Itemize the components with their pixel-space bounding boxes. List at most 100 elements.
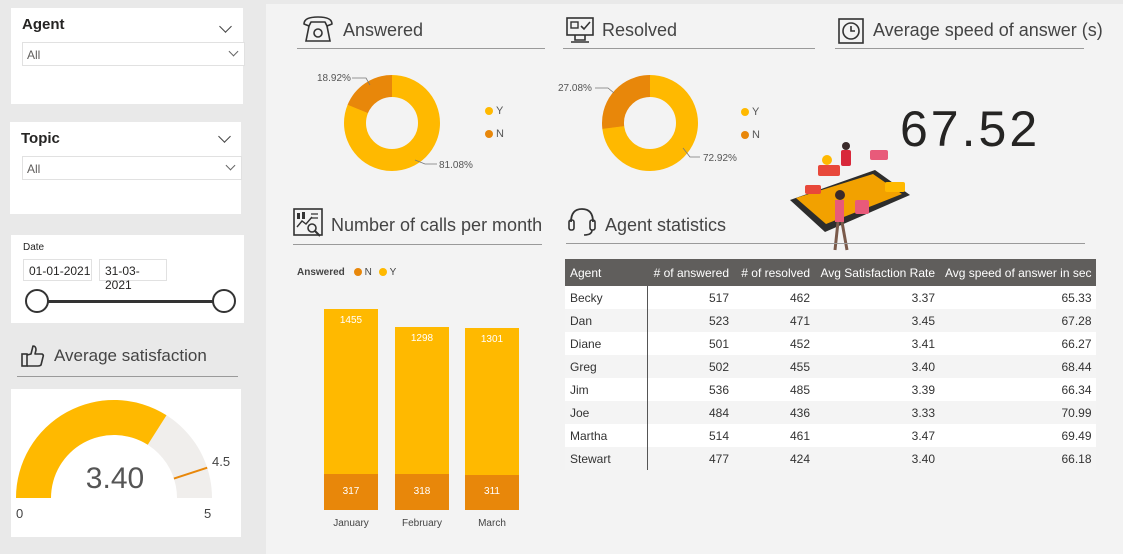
table-row[interactable]: Joe 484 436 3.33 70.99 [565, 401, 1096, 424]
satisfaction-cell: 3.33 [814, 401, 939, 424]
date-start-input[interactable]: 01-01-2021 [23, 259, 92, 281]
gauge-min-label: 0 [16, 506, 24, 521]
satisfaction-cell: 3.41 [814, 332, 939, 355]
satisfaction-title: Average satisfaction [54, 346, 207, 365]
resolved-cell: 452 [733, 332, 814, 355]
chevron-down-icon[interactable] [218, 130, 231, 143]
clock-icon [838, 18, 864, 44]
speed-value: 67.52 [900, 101, 1041, 157]
answered-cell: 514 [647, 424, 733, 447]
answered-underline [297, 48, 545, 49]
resolved-title: Resolved [602, 20, 678, 40]
agent-stats-underline [566, 243, 1085, 244]
table-row[interactable]: Jim 536 485 3.39 66.34 [565, 378, 1096, 401]
x-tick-label: March [478, 518, 506, 529]
agent-slicer[interactable]: Agent All [11, 8, 245, 104]
x-tick-label: February [401, 518, 442, 529]
answered-cell: 502 [647, 355, 733, 378]
date-range-track[interactable] [35, 300, 225, 303]
column-header-speed[interactable]: Avg speed of answer in sec [939, 259, 1096, 286]
resolved-underline [563, 48, 815, 49]
agent-slicer-title: Agent [22, 16, 65, 33]
chevron-down-icon [228, 46, 239, 57]
agent-name-cell: Jim [565, 378, 648, 401]
leader-line [595, 87, 615, 94]
speed-cell: 65.33 [939, 286, 1096, 309]
bar-y-january[interactable] [324, 309, 378, 475]
answered-cell: 484 [647, 401, 733, 424]
satisfaction-cell: 3.45 [814, 309, 939, 332]
date-start-handle[interactable] [25, 289, 49, 313]
speed-underline [835, 48, 1084, 49]
date-slicer[interactable]: Date 01-01-2021 31-03-2021 [11, 235, 244, 323]
table-row[interactable]: Diane 501 452 3.41 66.27 [565, 332, 1096, 355]
answered-cell: 536 [647, 378, 733, 401]
resolved-n-label: 27.08% [558, 83, 592, 94]
bar-value-label: 318 [413, 486, 431, 497]
column-header-resolved[interactable]: # of resolved [733, 259, 814, 286]
calls-bar-chart: 317 1455 January 318 1298 February 311 1301 Marc… [300, 280, 540, 540]
chevron-down-icon [225, 160, 236, 171]
agent-dropdown[interactable]: All [22, 42, 245, 66]
chart-report-icon [293, 208, 323, 237]
column-header-satisfaction[interactable]: Avg Satisfaction Rate [814, 259, 939, 286]
speed-cell: 67.28 [939, 309, 1096, 332]
bar-value-label: 1455 [339, 315, 363, 327]
table-row[interactable]: Stewart 477 424 3.40 66.18 [565, 447, 1096, 470]
table-row[interactable]: Dan 523 471 3.45 67.28 [565, 309, 1096, 332]
agent-dropdown-value: All [27, 48, 41, 62]
agent-stats-title: Agent statistics [605, 215, 727, 235]
table-row[interactable]: Greg 502 455 3.40 68.44 [565, 355, 1096, 378]
thumbs-up-icon [21, 345, 45, 367]
resolved-donut-chart [595, 75, 700, 171]
answered-n-label: 18.92% [317, 73, 351, 84]
agent-name-cell: Stewart [565, 447, 648, 470]
table-row[interactable]: Martha 514 461 3.47 69.49 [565, 424, 1096, 447]
agent-name-cell: Joe [565, 401, 648, 424]
bar-value-label: 317 [342, 486, 360, 498]
speed-cell: 68.44 [939, 355, 1096, 378]
gauge-target-label: 4.5 [212, 454, 231, 469]
agent-name-cell: Dan [565, 309, 648, 332]
speed-cell: 69.49 [939, 424, 1096, 447]
satisfaction-cell: 3.40 [814, 447, 939, 470]
resolved-cell: 424 [733, 447, 814, 470]
calls-legend: Answered N Y [297, 267, 397, 278]
telephone-icon [303, 16, 333, 42]
bar-value-label: 1298 [410, 333, 434, 345]
answered-y-label: 81.08% [439, 160, 473, 171]
agent-name-cell: Becky [565, 286, 648, 309]
speed-cell: 70.99 [939, 401, 1096, 424]
chevron-down-icon[interactable] [219, 20, 232, 33]
answered-title: Answered [343, 20, 424, 40]
resolved-cell: 471 [733, 309, 814, 332]
bar-value-label: 1301 [480, 333, 504, 345]
satisfaction-cell: 3.40 [814, 355, 939, 378]
resolved-cell: 462 [733, 286, 814, 309]
column-header-answered[interactable]: # of answered [647, 259, 733, 286]
topic-slicer[interactable]: Topic All [10, 122, 242, 214]
date-end-input[interactable]: 31-03-2021 [99, 259, 167, 292]
resolved-legend-y: Y [741, 106, 759, 118]
resolved-cell: 461 [733, 424, 814, 447]
table-row[interactable]: Becky 517 462 3.37 65.33 [565, 286, 1096, 309]
answered-cell: 517 [647, 286, 733, 309]
gauge-max-label: 5 [204, 506, 212, 521]
calls-title: Number of calls per month [331, 215, 543, 235]
bar-y-march[interactable] [465, 327, 519, 475]
date-end-handle[interactable] [212, 289, 236, 313]
resolved-cell: 455 [733, 355, 814, 378]
monitor-check-icon [566, 17, 594, 43]
agent-name-cell: Martha [565, 424, 648, 447]
gauge-value: 3.40 [85, 462, 145, 495]
topic-slicer-title: Topic [21, 130, 60, 147]
topic-dropdown[interactable]: All [22, 156, 242, 180]
agent-name-cell: Diane [565, 332, 648, 355]
speed-title: Average speed of answer (s) [873, 20, 1103, 40]
resolved-cell: 485 [733, 378, 814, 401]
speed-cell: 66.34 [939, 378, 1096, 401]
bar-y-february[interactable] [395, 327, 449, 474]
resolved-y-label: 72.92% [703, 153, 737, 164]
bar-value-label: 311 [484, 486, 500, 498]
column-header-agent[interactable]: Agent [565, 259, 647, 286]
